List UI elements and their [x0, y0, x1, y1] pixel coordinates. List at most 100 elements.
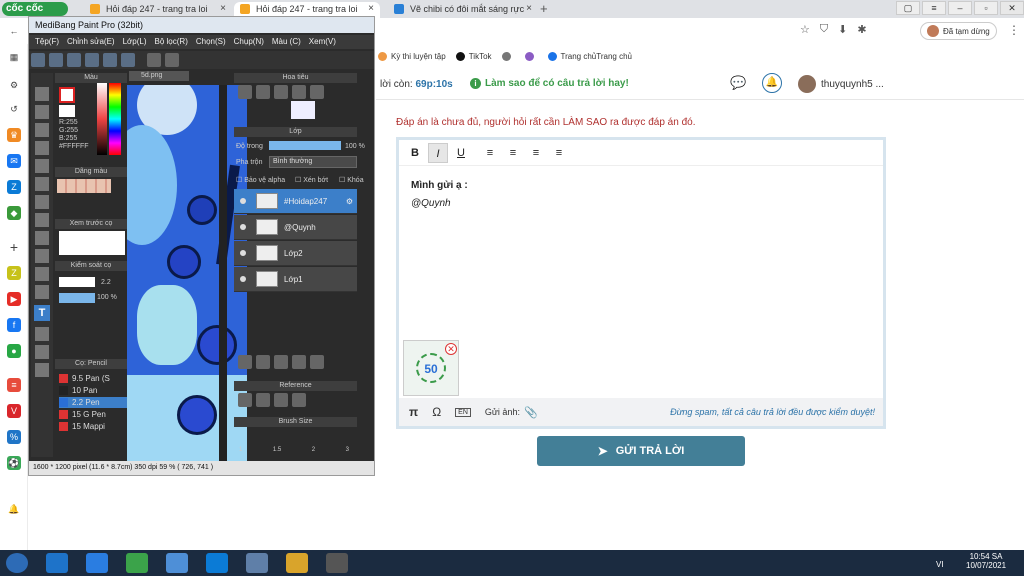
tab-close-icon[interactable]: × — [368, 2, 374, 16]
shield-icon[interactable]: ⛉ — [820, 23, 828, 36]
back-icon[interactable]: ← — [7, 24, 21, 38]
fill-tool-icon[interactable] — [35, 159, 49, 173]
crown-icon[interactable]: ♛ — [7, 128, 21, 142]
notification-bell-icon[interactable]: 🔔 — [762, 73, 782, 93]
language-indicator[interactable]: VI — [936, 560, 944, 569]
brush-size-preset[interactable]: 3 — [346, 447, 349, 453]
operation-tool-icon[interactable] — [35, 327, 49, 341]
color-value-slider[interactable] — [97, 83, 107, 155]
cloud-icon[interactable] — [85, 53, 99, 67]
move-tool-icon[interactable] — [35, 141, 49, 155]
primary-color-swatch[interactable] — [59, 87, 75, 103]
tab-close-icon[interactable]: × — [526, 2, 532, 16]
lock-checkbox[interactable]: ☐ Khóa — [339, 176, 364, 184]
menu-color[interactable]: Màu (C) — [272, 35, 301, 49]
add-icon[interactable]: + — [7, 240, 21, 254]
canvas-tab[interactable]: 5d.png — [129, 71, 189, 81]
tab-close-icon[interactable]: × — [220, 2, 226, 16]
justify-button[interactable]: ≡ — [549, 143, 569, 163]
gradient-tool-icon[interactable] — [35, 195, 49, 209]
ie-icon[interactable] — [46, 553, 68, 573]
canvas-scrollbar[interactable] — [219, 85, 227, 463]
layer-row-selected[interactable]: #Hoidap247 ⚙ — [234, 189, 357, 214]
hue-slider[interactable] — [109, 83, 121, 155]
protect-alpha-checkbox[interactable]: ☐ Bảo vệ alpha — [236, 176, 285, 184]
eraser-tool-icon[interactable] — [35, 105, 49, 119]
sport-icon[interactable]: ⚽ — [7, 456, 21, 470]
layer-row[interactable]: Lớp2 — [234, 241, 357, 266]
clock[interactable]: 10:54 SA 10/07/2021 — [966, 552, 1006, 570]
user-menu[interactable]: thuyquynh5 ... — [798, 75, 884, 93]
select-pen-icon[interactable] — [35, 267, 49, 281]
brush-size-preset[interactable]: 2 — [312, 447, 315, 453]
chat-icon[interactable]: ● — [7, 344, 21, 358]
zalo-icon[interactable]: Z — [7, 180, 21, 194]
apps-grid-icon[interactable]: ▦ — [7, 50, 21, 64]
star-icon[interactable]: ☆ — [800, 23, 810, 36]
bold-button[interactable]: B — [405, 143, 425, 163]
maximize-button[interactable]: ▫ — [974, 1, 998, 15]
bucket-tool-icon[interactable] — [35, 177, 49, 191]
reference-folder-icon[interactable] — [256, 393, 270, 407]
bookmark-app[interactable] — [524, 51, 538, 61]
paperclip-icon[interactable]: 📎 — [524, 406, 538, 419]
zoom-app-icon[interactable] — [86, 553, 108, 573]
submit-answer-button[interactable]: ➤ GỬI TRẢ LỜI — [537, 436, 745, 466]
underline-button[interactable]: U — [451, 143, 471, 163]
vtv-icon[interactable]: V — [7, 404, 21, 418]
math-pi-button[interactable]: π — [409, 405, 418, 419]
keyboard-icon[interactable]: EN — [455, 407, 471, 417]
hand-tool-icon[interactable] — [35, 363, 49, 377]
minimize-button[interactable]: – — [948, 1, 972, 15]
dot-tool-icon[interactable] — [35, 123, 49, 137]
menu-filter[interactable]: Bộ lọc(R) — [155, 35, 188, 49]
reference-cloud-icon[interactable] — [238, 393, 252, 407]
share-icon[interactable] — [103, 53, 117, 67]
eyedropper-icon[interactable] — [35, 345, 49, 359]
delete-layer-icon[interactable] — [310, 355, 324, 369]
answer-line-1[interactable]: Mình gửi ạ : — [411, 180, 468, 191]
bell-icon[interactable]: 🔔 — [7, 502, 21, 516]
news-icon[interactable]: ≡ — [7, 378, 21, 392]
coccoc-taskbar-icon[interactable] — [166, 553, 188, 573]
brush-size-preset[interactable]: 1.5 — [273, 447, 281, 453]
settings-icon[interactable]: ⚙ — [7, 78, 21, 92]
align-left-button[interactable]: ≡ — [480, 143, 500, 163]
z-icon[interactable]: Z — [7, 266, 21, 280]
brush-size-slider[interactable] — [59, 277, 95, 287]
layer-row[interactable]: Lớp1 — [234, 267, 357, 292]
answer-line-2[interactable]: @Quynh — [411, 198, 451, 209]
secondary-color-swatch[interactable] — [59, 105, 75, 117]
app-taskbar-icon[interactable] — [326, 553, 348, 573]
italic-button[interactable]: I — [428, 142, 448, 163]
menu-select[interactable]: Chọn(S) — [196, 35, 226, 49]
close-button[interactable]: ✕ — [1000, 1, 1024, 15]
reference-zoom-icon[interactable] — [292, 393, 306, 407]
text-tool-icon[interactable]: T — [34, 305, 50, 321]
menu-capture[interactable]: Chụp(N) — [234, 35, 264, 49]
paused-sync-button[interactable]: Đã tạm dừng — [920, 22, 997, 40]
lasso-tool-icon[interactable] — [35, 231, 49, 245]
select-tool-icon[interactable] — [35, 213, 49, 227]
reference-close-icon[interactable] — [274, 393, 288, 407]
remove-image-icon[interactable]: ✕ — [445, 343, 457, 355]
flip-icon[interactable] — [310, 85, 324, 99]
rotate-icon[interactable] — [274, 85, 288, 99]
grid-icon[interactable] — [121, 53, 135, 67]
bookmark-tiktok[interactable]: TikTok — [455, 51, 492, 61]
menu-button[interactable]: ≡ — [922, 1, 946, 15]
color-bar-swatches[interactable] — [57, 179, 111, 193]
new-tab-button[interactable]: + — [540, 1, 548, 16]
eye-icon[interactable] — [240, 250, 246, 256]
history-icon[interactable]: ↺ — [7, 102, 21, 116]
explorer-icon[interactable] — [286, 553, 308, 573]
more-icon[interactable]: ⋮ — [1008, 23, 1020, 37]
blend-mode-select[interactable]: Bình thường — [269, 156, 357, 168]
screenshot-button[interactable]: ▢ — [896, 1, 920, 15]
zoom-in-icon[interactable] — [238, 85, 252, 99]
add-layer-icon[interactable] — [238, 355, 252, 369]
menu-layer[interactable]: Lớp(L) — [123, 35, 147, 49]
zalo-taskbar-icon[interactable] — [206, 553, 228, 573]
align-center-button[interactable]: ≡ — [503, 143, 523, 163]
fit-icon[interactable] — [292, 85, 306, 99]
